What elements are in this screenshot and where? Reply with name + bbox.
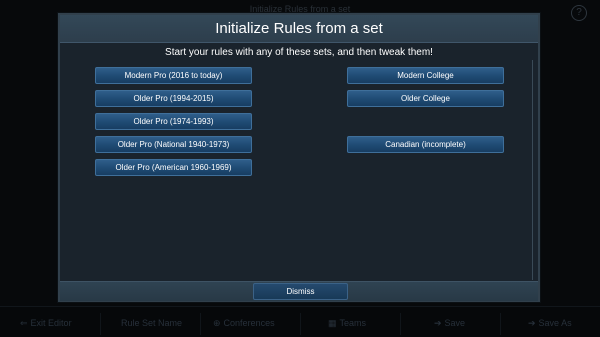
teams-button[interactable]: ▦ Teams <box>328 318 366 329</box>
save-as-button[interactable]: ➔ Save As <box>528 318 572 329</box>
save-as-label: Save As <box>538 318 572 328</box>
save-label: Save <box>444 318 466 328</box>
toolbar-divider <box>300 313 301 335</box>
rule-set-options: Modern Pro (2016 to today) Older Pro (19… <box>66 60 533 280</box>
dismiss-button[interactable]: Dismiss <box>253 283 348 300</box>
conferences-label: Conferences <box>223 318 275 328</box>
save-as-icon: ➔ <box>528 318 536 328</box>
teams-label: Teams <box>339 318 367 328</box>
older-pro-national-button[interactable]: Older Pro (National 1940-1973) <box>95 136 252 153</box>
modern-pro-button[interactable]: Modern Pro (2016 to today) <box>95 67 252 84</box>
toolbar-divider <box>400 313 401 335</box>
older-college-button[interactable]: Older College <box>347 90 504 107</box>
modern-college-button[interactable]: Modern College <box>347 67 504 84</box>
teams-icon: ▦ <box>328 318 337 328</box>
conference-icon: ⊕ <box>213 318 221 328</box>
exit-editor-button[interactable]: ⇐ Exit Editor <box>20 318 72 329</box>
bottom-toolbar: ⇐ Exit Editor Rule Set Name ⊕ Conferences … <box>0 306 600 337</box>
dialog-subtitle: Start your rules with any of these sets,… <box>165 47 433 58</box>
toolbar-divider <box>500 313 501 335</box>
rule-set-name-label: Rule Set Name <box>121 318 183 328</box>
app-screen: Initialize Rules from a set ? ⇐ Exit Edit… <box>0 0 600 337</box>
initialize-rules-dialog: Initialize Rules from a set Start your r… <box>58 13 540 302</box>
help-icon[interactable]: ? <box>571 5 587 21</box>
exit-icon: ⇐ <box>20 318 28 328</box>
canadian-button[interactable]: Canadian (incomplete) <box>347 136 504 153</box>
conferences-button[interactable]: ⊕ Conferences <box>213 318 275 329</box>
save-icon: ➔ <box>434 318 442 328</box>
rule-set-name-button[interactable]: Rule Set Name <box>118 318 182 328</box>
exit-editor-label: Exit Editor <box>30 318 72 328</box>
toolbar-divider <box>200 313 201 335</box>
older-pro-1994-button[interactable]: Older Pro (1994-2015) <box>95 90 252 107</box>
dialog-title: Initialize Rules from a set <box>60 15 538 43</box>
older-pro-1974-button[interactable]: Older Pro (1974-1993) <box>95 113 252 130</box>
save-button[interactable]: ➔ Save <box>434 318 465 329</box>
older-pro-american-button[interactable]: Older Pro (American 1960-1969) <box>95 159 252 176</box>
toolbar-divider <box>100 313 101 335</box>
dialog-footer: Dismiss <box>60 281 538 301</box>
